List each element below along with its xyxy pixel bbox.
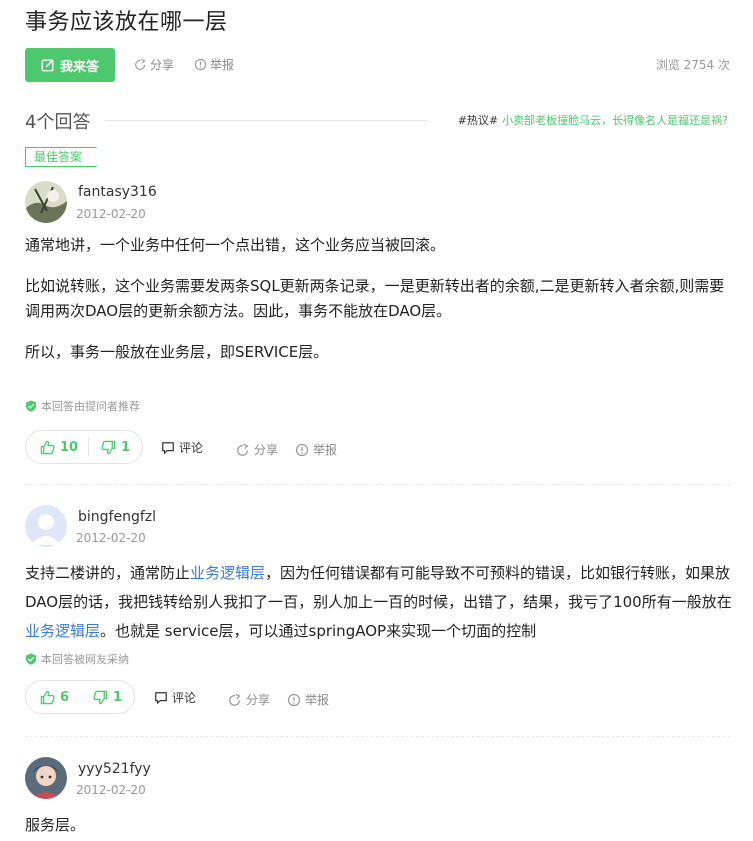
like-count: 6 — [60, 689, 70, 705]
dislike-count: 1 — [120, 439, 130, 455]
answer-divider — [25, 484, 730, 485]
recommend-label: 本回答由提问者推荐 — [41, 400, 140, 413]
vote-box: 6 1 — [25, 680, 135, 714]
answer-button-label: 我来答 — [59, 59, 99, 75]
share-label: 分享 — [246, 693, 271, 707]
answer-date: 2012-02-20 — [76, 783, 146, 797]
share-label: 分享 — [254, 443, 279, 457]
comment-button[interactable]: 评论 — [154, 689, 196, 706]
report-button[interactable]: 举报 — [295, 441, 337, 458]
question-title: 事务应该放在哪一层 — [25, 10, 228, 35]
answer-text: 。也就是 service层，可以通过springAOP来实现一个切面的控制 — [100, 622, 537, 640]
comment-icon — [155, 691, 167, 704]
header-divider — [105, 120, 428, 121]
thumbs-up-icon — [40, 690, 55, 704]
recommend-note: 本回答由提问者推荐 — [25, 398, 140, 414]
verified-shield-icon — [26, 653, 36, 665]
avatar[interactable] — [25, 757, 67, 799]
share-button[interactable]: 分享 — [228, 691, 270, 708]
answer-content: 支持二楼讲的，通常防止业务逻辑层，因为任何错误都有可能导致不可预料的错误，比如银… — [25, 559, 735, 646]
answer-date: 2012-02-20 — [76, 531, 146, 545]
comment-label: 评论 — [172, 691, 197, 705]
answer-paragraph: 服务层。 — [25, 816, 86, 834]
dislike-button[interactable]: 1 — [81, 681, 134, 713]
recommend-label: 本回答被网友采纳 — [41, 653, 129, 666]
dislike-count: 1 — [113, 689, 123, 705]
keyword-link[interactable]: 业务逻辑层 — [190, 564, 265, 582]
report-label: 举报 — [305, 693, 330, 707]
answer-button[interactable]: 我来答 — [25, 48, 115, 82]
vote-box: 10 1 — [25, 430, 143, 464]
comment-label: 评论 — [179, 441, 204, 455]
answer-paragraph: 支持二楼讲的，通常防止业务逻辑层，因为任何错误都有可能导致不可预料的错误，比如银… — [25, 559, 735, 646]
thumbs-down-icon — [93, 690, 108, 704]
hot-topic-link[interactable]: 小卖部老板撞脸马云，长得像名人是福还是祸? — [502, 114, 728, 127]
like-button[interactable]: 6 — [26, 681, 81, 713]
share-icon — [229, 693, 241, 706]
edit-icon — [41, 59, 54, 72]
avatar[interactable] — [25, 181, 67, 223]
answer-date: 2012-02-20 — [76, 207, 146, 221]
report-icon — [194, 58, 207, 71]
answer-username[interactable]: fantasy316 — [78, 184, 157, 200]
answers-header: 4个回答 #热议# 小卖部老板撞脸马云，长得像名人是福还是祸? — [25, 108, 728, 134]
verified-shield-icon — [26, 400, 36, 412]
question-report-label: 举报 — [210, 58, 235, 72]
hot-tag: #热议# — [457, 114, 499, 127]
best-answer-badge: 最佳答案 — [25, 147, 97, 167]
answer-content: 通常地讲，一个业务中任何一个点出错，这个业务应当被回滚。 比如说转账，这个业务需… — [25, 233, 735, 365]
share-button[interactable]: 分享 — [236, 441, 278, 458]
answer-divider — [25, 736, 730, 737]
answer-text: 支持二楼讲的，通常防止 — [25, 564, 191, 582]
answer-count: 4个回答 — [25, 112, 91, 133]
thumbs-down-icon — [101, 440, 116, 454]
answer-username[interactable]: bingfengfzl — [78, 509, 156, 525]
answer-paragraph: 通常地讲，一个业务中任何一个点出错，这个业务应当被回滚。 — [25, 236, 446, 254]
question-share-button[interactable]: 分享 — [134, 56, 174, 73]
keyword-link[interactable]: 业务逻辑层 — [25, 622, 100, 640]
view-count: 浏览 2754 次 — [655, 58, 730, 72]
share-icon — [237, 443, 249, 456]
report-icon — [287, 693, 301, 706]
report-label: 举报 — [313, 443, 338, 457]
share-icon — [135, 58, 146, 70]
report-icon — [295, 443, 309, 456]
avatar[interactable] — [25, 505, 67, 547]
like-button[interactable]: 10 — [26, 431, 88, 463]
question-share-label: 分享 — [150, 58, 175, 72]
answer-paragraph: 比如说转账，这个业务需要发两条SQL更新两条记录，一是更新转出者的余额,二是更新… — [25, 277, 725, 320]
thumbs-up-icon — [40, 440, 55, 454]
like-count: 10 — [60, 439, 79, 455]
recommend-note: 本回答被网友采纳 — [25, 651, 129, 667]
answer-content: 服务层。 — [25, 813, 735, 838]
answer-paragraph: 所以，事务一般放在业务层，即SERVICE层。 — [25, 343, 329, 361]
comment-icon — [162, 441, 174, 454]
question-report-button[interactable]: 举报 — [194, 56, 234, 73]
answer-username[interactable]: yyy521fyy — [78, 761, 151, 777]
hot-topic: #热议# 小卖部老板撞脸马云，长得像名人是福还是祸? — [458, 112, 728, 128]
dislike-button[interactable]: 1 — [89, 431, 142, 463]
comment-button[interactable]: 评论 — [161, 439, 203, 456]
report-button[interactable]: 举报 — [287, 691, 329, 708]
